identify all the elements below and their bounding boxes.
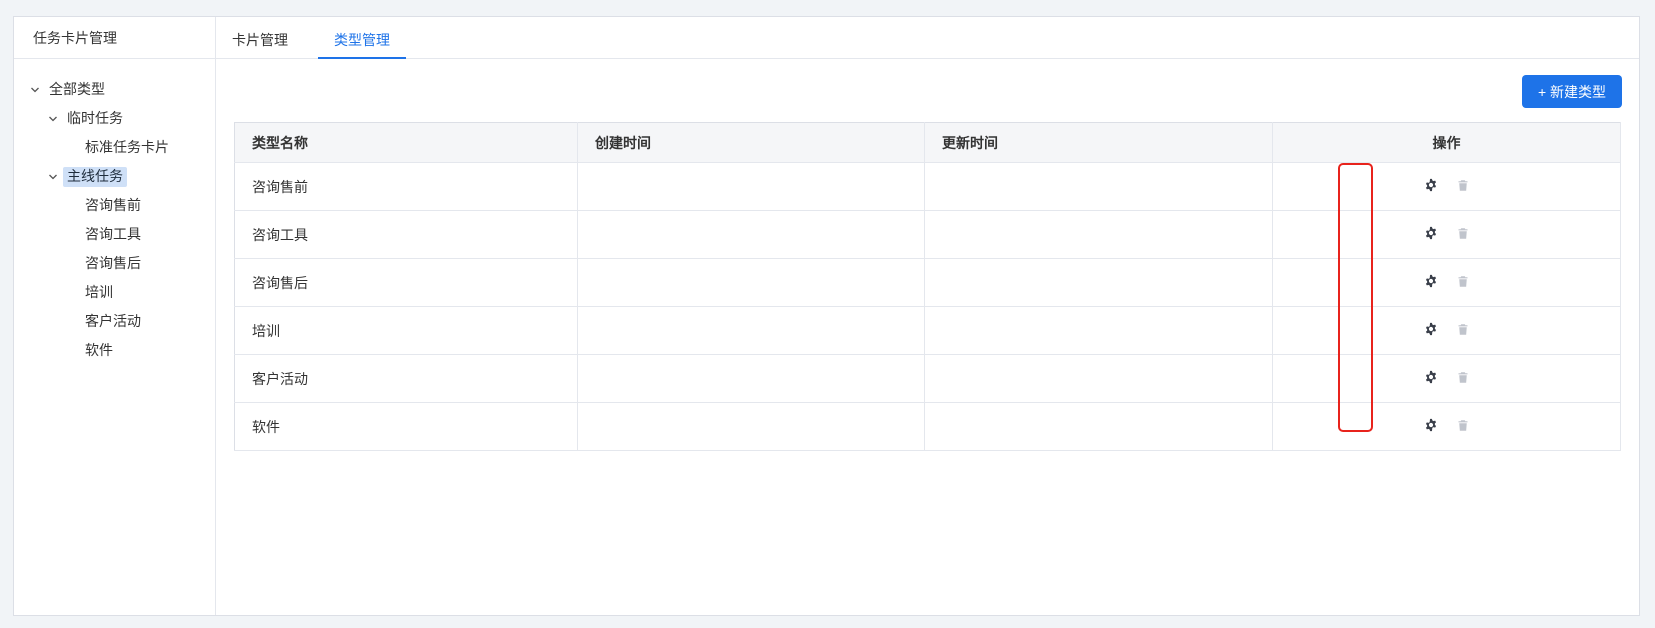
tree-node-temporary-tasks[interactable]: 临时任务: [14, 104, 215, 133]
gear-icon[interactable]: [1423, 225, 1439, 241]
tab-type-management[interactable]: 类型管理: [318, 16, 406, 59]
table-row: 咨询工具: [234, 210, 1621, 259]
tree-node-all-types[interactable]: 全部类型: [14, 75, 215, 104]
column-header-created: 创建时间: [577, 122, 925, 163]
tree-node-main-tasks[interactable]: 主线任务: [14, 162, 215, 191]
table-row: 咨询售前: [234, 162, 1621, 211]
tree-node-label: 标准任务卡片: [85, 139, 169, 156]
trash-icon[interactable]: [1455, 369, 1471, 385]
tab-card-management[interactable]: 卡片管理: [232, 16, 304, 58]
cell-actions: [1272, 258, 1621, 307]
table-header-row: 类型名称 创建时间 更新时间 操作: [234, 122, 1621, 163]
chevron-down-icon[interactable]: [45, 169, 61, 185]
trash-icon[interactable]: [1455, 321, 1471, 337]
type-table: 类型名称 创建时间 更新时间 操作 咨询售前 咨询工具 咨询售后 培训 客户活动…: [234, 122, 1621, 451]
cell-updated: [924, 354, 1273, 403]
cell-updated: [924, 306, 1273, 355]
tree-node-training[interactable]: 培训: [14, 278, 215, 307]
cell-created: [577, 306, 925, 355]
table-row: 咨询售后: [234, 258, 1621, 307]
table-row: 培训: [234, 306, 1621, 355]
sidebar: 任务卡片管理 全部类型 临时任务 标准任务卡片 主线任务 咨询售前 咨询工具 咨…: [14, 17, 216, 615]
cell-type-name: 客户活动: [234, 354, 578, 403]
cell-updated: [924, 210, 1273, 259]
gear-icon[interactable]: [1423, 321, 1439, 337]
cell-created: [577, 402, 925, 451]
cell-type-name: 软件: [234, 402, 578, 451]
gear-icon[interactable]: [1423, 273, 1439, 289]
tree-node-label: 软件: [85, 342, 113, 359]
tree-node-label-selected: 主线任务: [63, 166, 127, 187]
cell-actions: [1272, 306, 1621, 355]
chevron-down-icon[interactable]: [27, 82, 43, 98]
cell-type-name: 咨询工具: [234, 210, 578, 259]
column-header-name: 类型名称: [234, 122, 578, 163]
tree-node-label: 咨询售后: [85, 255, 141, 272]
tree-node-software[interactable]: 软件: [14, 336, 215, 365]
tree-node-label: 临时任务: [67, 110, 123, 127]
trash-icon[interactable]: [1455, 273, 1471, 289]
app-window: 任务卡片管理 全部类型 临时任务 标准任务卡片 主线任务 咨询售前 咨询工具 咨…: [13, 16, 1640, 616]
cell-created: [577, 210, 925, 259]
table-row: 软件: [234, 402, 1621, 451]
trash-icon[interactable]: [1455, 177, 1471, 193]
cell-created: [577, 354, 925, 403]
cell-type-name: 咨询售后: [234, 258, 578, 307]
tree-node-customer-events[interactable]: 客户活动: [14, 307, 215, 336]
trash-icon[interactable]: [1455, 225, 1471, 241]
cell-type-name: 培训: [234, 306, 578, 355]
tree-node-presales[interactable]: 咨询售前: [14, 191, 215, 220]
tree-node-label: 咨询售前: [85, 197, 141, 214]
cell-updated: [924, 258, 1273, 307]
cell-actions: [1272, 210, 1621, 259]
cell-created: [577, 162, 925, 211]
tab-bar: 卡片管理 类型管理: [216, 17, 1639, 59]
sidebar-title: 任务卡片管理: [14, 17, 215, 59]
cell-created: [577, 258, 925, 307]
new-type-button[interactable]: + 新建类型: [1522, 75, 1622, 108]
main-panel: 卡片管理 类型管理 + 新建类型 类型名称 创建时间 更新时间 操作 咨询售前: [216, 17, 1639, 615]
trash-icon[interactable]: [1455, 417, 1471, 433]
cell-actions: [1272, 162, 1621, 211]
column-header-updated: 更新时间: [924, 122, 1273, 163]
column-header-actions: 操作: [1272, 122, 1621, 163]
tree-node-label: 全部类型: [49, 81, 105, 98]
tree-node-label: 客户活动: [85, 313, 141, 330]
cell-actions: [1272, 354, 1621, 403]
tree-node-label: 培训: [85, 284, 113, 301]
cell-type-name: 咨询售前: [234, 162, 578, 211]
tree-node-tools[interactable]: 咨询工具: [14, 220, 215, 249]
gear-icon[interactable]: [1423, 369, 1439, 385]
tree-node-standard-card[interactable]: 标准任务卡片: [14, 133, 215, 162]
table-row: 客户活动: [234, 354, 1621, 403]
gear-icon[interactable]: [1423, 417, 1439, 433]
chevron-down-icon[interactable]: [45, 111, 61, 127]
cell-actions: [1272, 402, 1621, 451]
cell-updated: [924, 162, 1273, 211]
gear-icon[interactable]: [1423, 177, 1439, 193]
cell-updated: [924, 402, 1273, 451]
type-tree: 全部类型 临时任务 标准任务卡片 主线任务 咨询售前 咨询工具 咨询售后 培训 …: [14, 59, 215, 365]
tree-node-aftersales[interactable]: 咨询售后: [14, 249, 215, 278]
tree-node-label: 咨询工具: [85, 226, 141, 243]
